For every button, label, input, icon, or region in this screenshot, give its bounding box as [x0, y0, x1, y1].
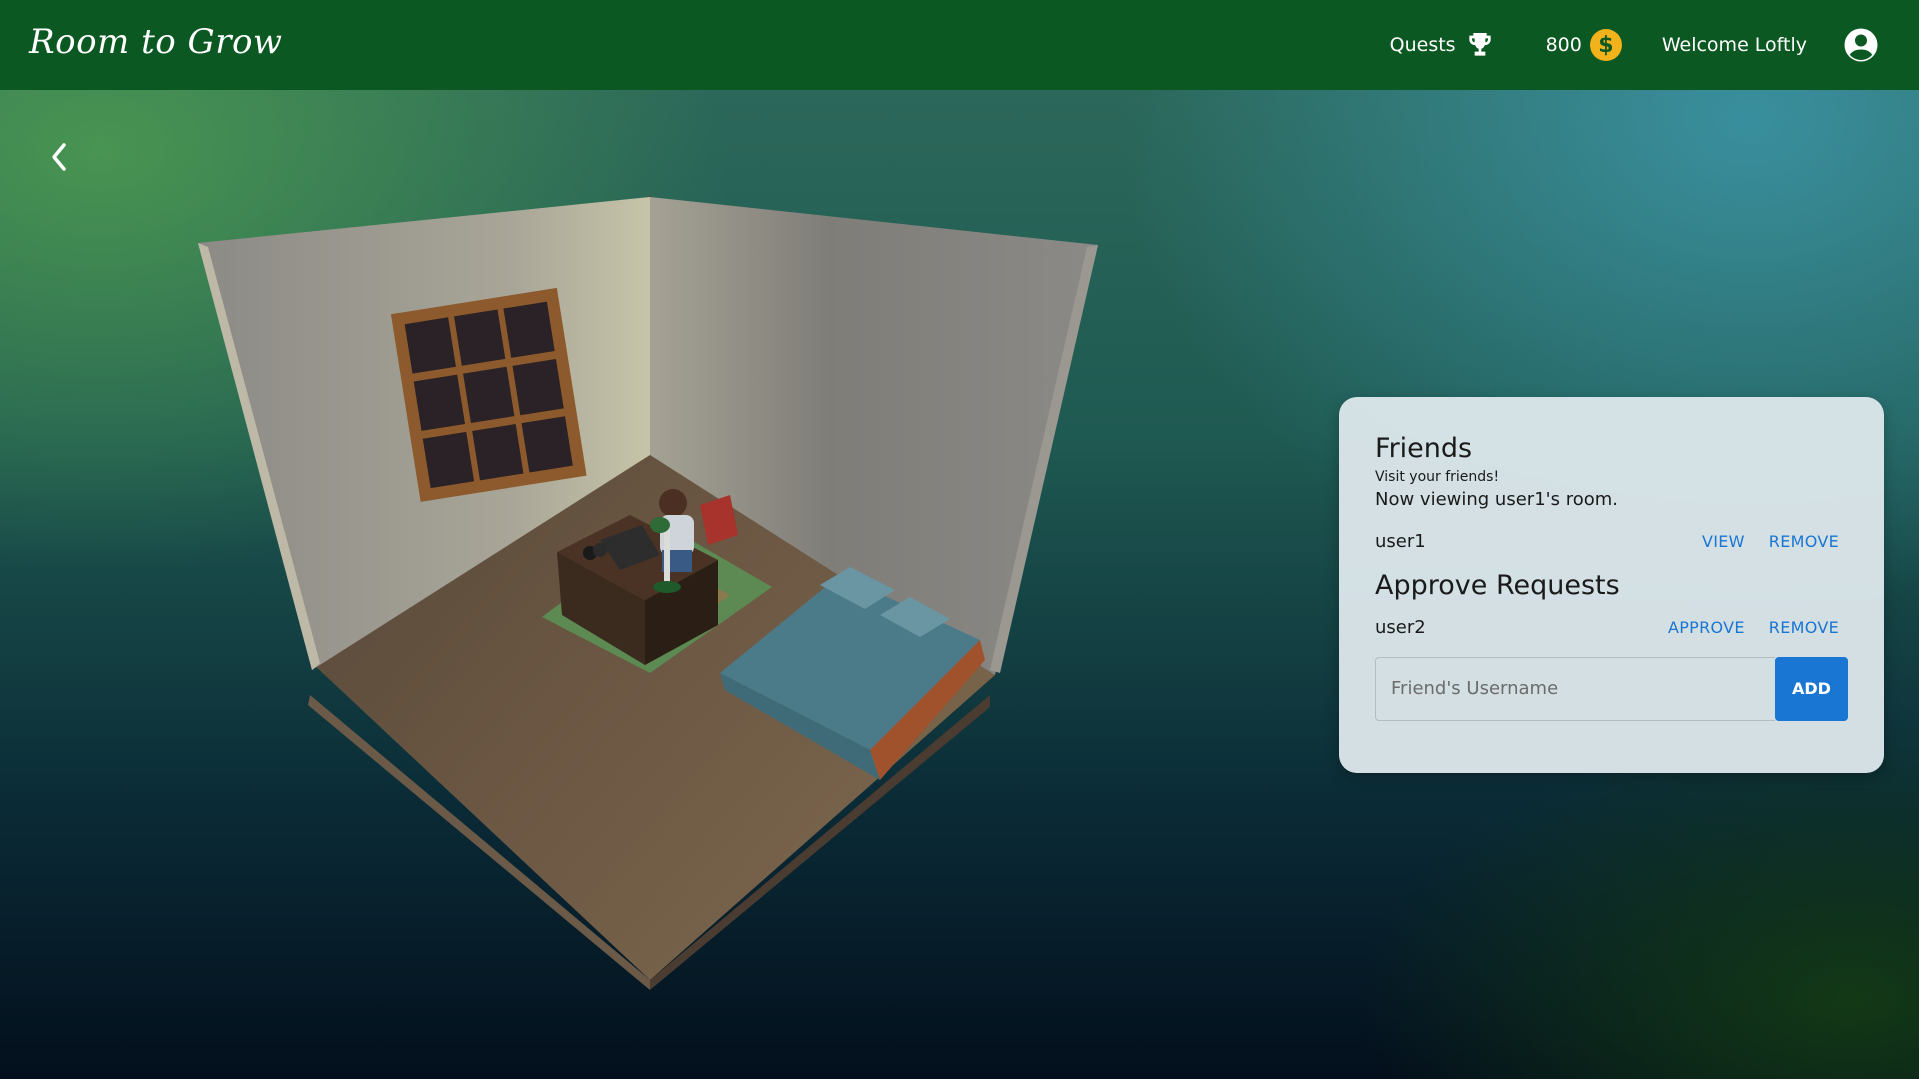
app-logo[interactable]: Room to Grow: [29, 22, 283, 62]
remove-request-button[interactable]: REMOVE: [1769, 618, 1839, 637]
quests-button[interactable]: Quests: [1390, 29, 1496, 61]
friend-username-input[interactable]: [1375, 656, 1775, 721]
coin-icon: $: [1589, 29, 1622, 61]
friends-title: Friends: [1375, 433, 1473, 464]
approve-request-button[interactable]: APPROVE: [1668, 618, 1745, 637]
room-scene: [198, 195, 1098, 990]
trophy-icon: [1468, 33, 1491, 56]
view-friend-button[interactable]: VIEW: [1702, 532, 1745, 551]
welcome-text: Welcome Loftly: [1661, 34, 1807, 56]
navbar-right: Quests 800 $ Welcome Loftly: [1390, 0, 1879, 90]
friend-row: user1 VIEW REMOVE: [1375, 526, 1848, 556]
request-row: user2 APPROVE REMOVE: [1375, 613, 1848, 643]
account-circle-icon[interactable]: [1843, 27, 1879, 63]
top-navbar: Room to Grow Quests 800 $ Welcome Loftly: [0, 0, 1919, 90]
coin-balance: 800 $: [1546, 29, 1622, 61]
friends-subtitle: Visit your friends!: [1375, 469, 1500, 486]
request-username: user2: [1375, 617, 1426, 639]
add-friend-button[interactable]: ADD: [1775, 656, 1848, 721]
approve-requests-title: Approve Requests: [1375, 570, 1620, 602]
friends-panel: Friends Visit your friends! Now viewing …: [1339, 397, 1884, 773]
coin-symbol: $: [1598, 32, 1614, 58]
friend-username: user1: [1375, 530, 1426, 552]
viewing-status: Now viewing user1's room.: [1375, 489, 1618, 511]
remove-friend-button[interactable]: REMOVE: [1769, 532, 1839, 551]
add-friend-form: ADD: [1375, 656, 1848, 721]
window: [390, 287, 587, 502]
request-actions: APPROVE REMOVE: [1668, 618, 1839, 637]
friend-actions: VIEW REMOVE: [1702, 532, 1839, 551]
coin-count: 800: [1545, 34, 1582, 56]
quests-label: Quests: [1389, 34, 1456, 56]
chevron-left-icon[interactable]: [46, 140, 72, 174]
